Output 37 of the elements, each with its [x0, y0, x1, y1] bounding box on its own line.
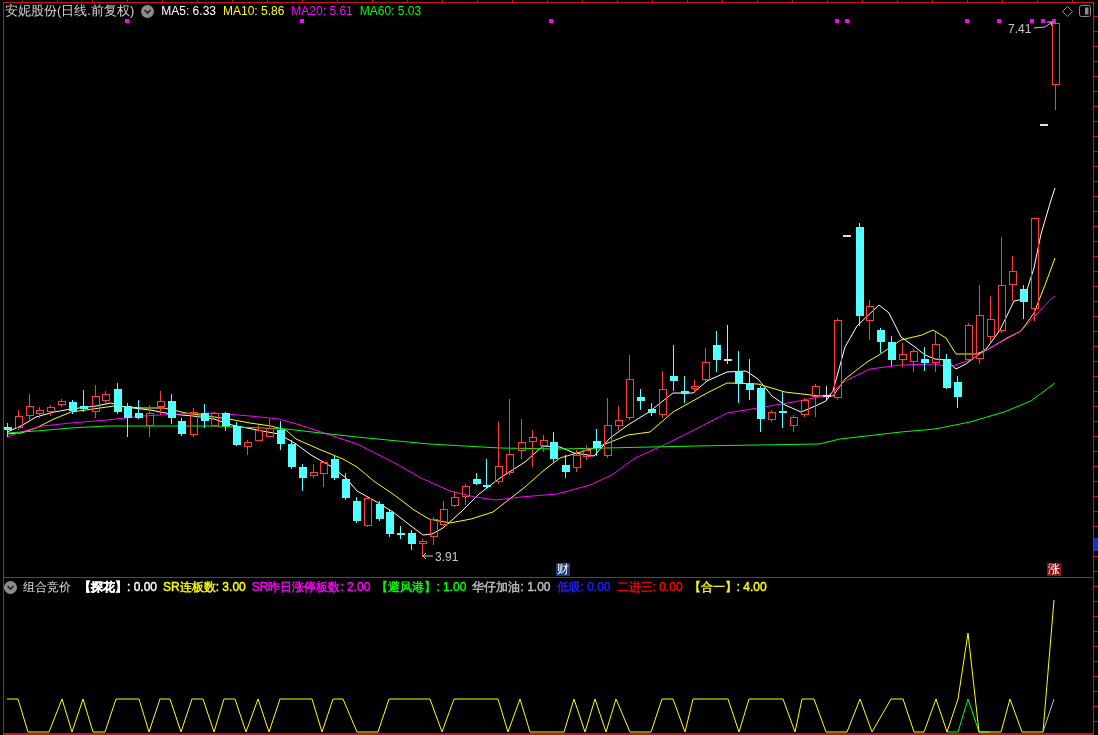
diamond-icon[interactable] — [1062, 5, 1073, 17]
signal-marker-icon — [1052, 19, 1056, 23]
signal-marker-icon — [997, 19, 1001, 23]
signal-marker-icon — [1030, 19, 1034, 23]
signal-marker-icon — [1041, 19, 1045, 23]
moving-average-reading: MA60: 5.03 — [359, 3, 422, 19]
dropdown-icon[interactable] — [4, 580, 17, 594]
indicator-reading: 低吸: 0.00 — [556, 578, 611, 596]
axis-marker-icon — [1094, 538, 1098, 551]
indicator-title: 组合竞价 — [23, 578, 71, 596]
signal-marker-icon — [835, 19, 839, 23]
indicator-reading: 华仔加油: 1.00 — [472, 578, 551, 596]
dropdown-icon[interactable] — [141, 4, 155, 18]
dash-mark-icon — [843, 235, 851, 237]
signal-marker-icon — [300, 19, 304, 23]
limit-up-marker: 涨 — [1047, 563, 1061, 576]
indicator-reading: 二进三: 0.00 — [616, 578, 683, 596]
stock-chart-title: 安妮股份(日线.前复权) — [5, 3, 135, 19]
signal-marker-icon — [965, 19, 969, 23]
panel-toggle-icon[interactable] — [1079, 5, 1091, 17]
high-price-label: 7.41 — [1008, 22, 1032, 36]
low-price-label: 3.91 — [435, 550, 459, 564]
indicator-reading: SR昨日涨停板数: 2.00 — [251, 578, 371, 596]
signal-marker-icon — [845, 19, 849, 23]
leader-arrow — [1033, 21, 1053, 29]
dash-mark-icon — [1040, 124, 1048, 126]
indicator-reading: 【避风港】: 1.00 — [376, 578, 467, 596]
moving-average-reading: MA10: 5.86 — [223, 3, 285, 19]
finance-event-marker: 财 — [556, 563, 570, 576]
indicator-reading: 【合一】: 4.00 — [688, 578, 767, 596]
moving-average-reading: MA5: 6.33 — [161, 3, 216, 19]
moving-average-reading: MA20: 5.61 — [291, 3, 353, 19]
indicator-reading: SR连板数: 3.00 — [163, 578, 246, 596]
signal-marker-icon — [125, 19, 129, 23]
signal-marker-icon — [549, 19, 553, 23]
leader-arrow — [422, 552, 434, 560]
indicator-reading: 【探花】: 0.00 — [79, 578, 158, 596]
